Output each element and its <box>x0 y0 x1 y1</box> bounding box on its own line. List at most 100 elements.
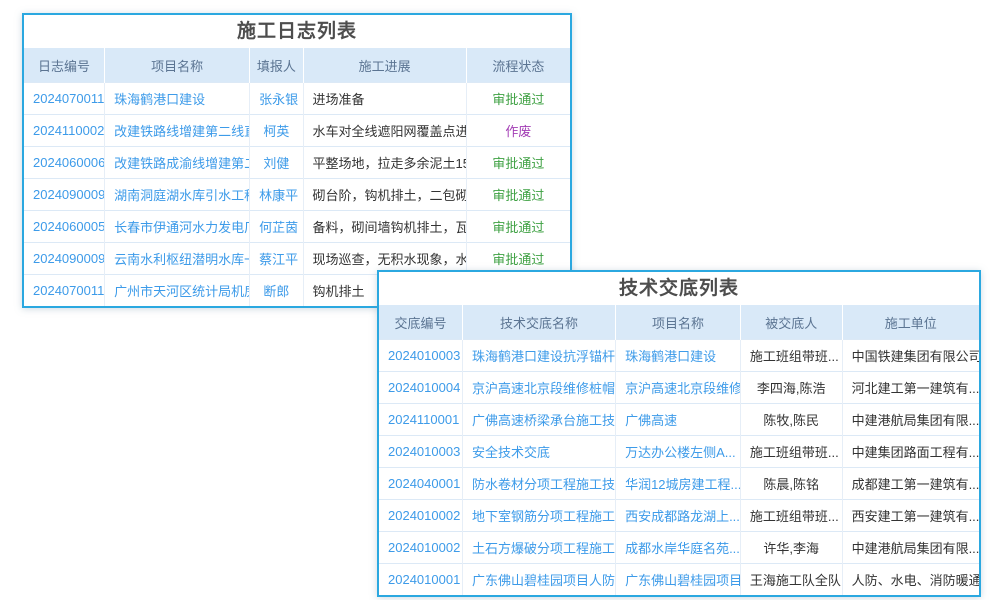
col-header-disclosure-id: 交底编号 <box>379 305 463 340</box>
reporter-link[interactable]: 张永银 <box>259 92 298 107</box>
reporter-cell: 刘健 <box>250 147 303 179</box>
construction-unit-cell: 成都建工第一建筑有... <box>842 468 979 500</box>
disclosure-id-cell: 2024010004 <box>379 372 463 404</box>
status-cell: 审批通过 <box>466 211 570 243</box>
receiver-cell: 施工班组带班... <box>740 340 842 372</box>
disclosure-id-link[interactable]: 2024010002 <box>388 508 460 523</box>
log-id-link[interactable]: 2024090009 <box>33 187 105 202</box>
col-header-receiver: 被交底人 <box>740 305 842 340</box>
table-row: 2024010001 广东佛山碧桂园项目人防... 广东佛山碧桂园项目 王海施工… <box>379 564 979 596</box>
project-name-cell: 广东佛山碧桂园项目 <box>616 564 741 596</box>
project-name-cell: 广佛高速 <box>616 404 741 436</box>
col-header-project-name: 项目名称 <box>616 305 741 340</box>
disclosure-id-cell: 2024040001 <box>379 468 463 500</box>
log-id-link[interactable]: 2024090009 <box>33 251 105 266</box>
disclosure-name-cell: 珠海鹤港口建设抗浮锚杆... <box>463 340 616 372</box>
disclosure-name-link[interactable]: 京沪高速北京段维修桩帽... <box>472 381 616 396</box>
disclosure-id-link[interactable]: 2024010004 <box>388 380 460 395</box>
disclosure-name-link[interactable]: 广佛高速桥梁承台施工技... <box>472 413 616 428</box>
disclosure-id-link[interactable]: 2024010003 <box>388 444 460 459</box>
disclosure-id-link[interactable]: 2024040001 <box>388 476 460 491</box>
disclosure-name-link[interactable]: 广东佛山碧桂园项目人防... <box>472 573 616 588</box>
project-name-cell: 改建铁路线增建第二线直... <box>105 115 250 147</box>
project-name-link[interactable]: 改建铁路成渝线增建第二... <box>114 156 250 171</box>
progress-text: 钩机排土 <box>313 284 365 299</box>
construction-unit-text: 人防、水电、消防暖通 <box>852 573 979 588</box>
log-id-link[interactable]: 2024070011 <box>33 91 104 106</box>
reporter-link[interactable]: 柯英 <box>263 124 289 139</box>
disclosure-name-link[interactable]: 安全技术交底 <box>472 445 550 460</box>
receiver-text: 施工班组带班... <box>750 349 839 364</box>
col-header-progress: 施工进展 <box>303 48 466 83</box>
col-header-construction-unit: 施工单位 <box>842 305 979 340</box>
progress-text: 砌台阶，钩机排土，二包砌... <box>313 188 467 203</box>
col-header-reporter: 填报人 <box>250 48 303 83</box>
reporter-cell: 柯英 <box>250 115 303 147</box>
progress-text: 进场准备 <box>313 92 365 107</box>
project-name-link[interactable]: 成都水岸华庭名苑... <box>625 541 740 556</box>
project-name-link[interactable]: 长春市伊通河水力发电厂... <box>114 220 250 235</box>
table-row: 2024040001 防水卷材分项工程施工技... 华润12城房建工程... 陈… <box>379 468 979 500</box>
disclosure-name-link[interactable]: 土石方爆破分项工程施工... <box>472 541 616 556</box>
reporter-cell: 林康平 <box>250 179 303 211</box>
progress-text: 水车对全线遮阳网覆盖点进... <box>313 124 467 139</box>
progress-cell: 平整场地，拉走多余泥土15... <box>303 147 466 179</box>
construction-log-title: 施工日志列表 <box>24 15 570 48</box>
receiver-text: 许华,李海 <box>763 541 819 556</box>
disclosure-id-cell: 2024110001 <box>379 404 463 436</box>
project-name-link[interactable]: 西安成都路龙湖上... <box>625 509 740 524</box>
project-name-link[interactable]: 华润12城房建工程... <box>625 477 740 492</box>
project-name-link[interactable]: 广东佛山碧桂园项目 <box>625 573 740 588</box>
status-badge: 审批通过 <box>492 92 544 107</box>
log-id-cell: 2024070011 <box>24 275 105 307</box>
disclosure-name-cell: 土石方爆破分项工程施工... <box>463 532 616 564</box>
project-name-link[interactable]: 广佛高速 <box>625 413 677 428</box>
receiver-text: 施工班组带班... <box>750 445 839 460</box>
disclosure-name-link[interactable]: 防水卷材分项工程施工技... <box>472 477 616 492</box>
status-badge: 审批通过 <box>492 188 544 203</box>
disclosure-name-link[interactable]: 珠海鹤港口建设抗浮锚杆... <box>472 349 616 364</box>
project-name-cell: 长春市伊通河水力发电厂... <box>105 211 250 243</box>
disclosure-name-link[interactable]: 地下室钢筋分项工程施工... <box>472 509 616 524</box>
disclosure-id-link[interactable]: 2024110001 <box>388 412 459 427</box>
log-id-cell: 2024090009 <box>24 179 105 211</box>
reporter-link[interactable]: 林康平 <box>259 188 298 203</box>
disclosure-name-cell: 安全技术交底 <box>463 436 616 468</box>
project-name-cell: 广州市天河区统计局机房... <box>105 275 250 307</box>
disclosure-name-cell: 地下室钢筋分项工程施工... <box>463 500 616 532</box>
tech-disclosure-title: 技术交底列表 <box>379 272 979 305</box>
receiver-text: 施工班组带班... <box>750 509 839 524</box>
log-id-link[interactable]: 2024060006 <box>33 155 105 170</box>
project-name-link[interactable]: 万达办公楼左侧A... <box>625 445 736 460</box>
reporter-cell: 断郎 <box>250 275 303 307</box>
disclosure-id-cell: 2024010002 <box>379 532 463 564</box>
disclosure-id-link[interactable]: 2024010003 <box>388 348 460 363</box>
disclosure-id-cell: 2024010002 <box>379 500 463 532</box>
tech-disclosure-header: 交底编号 技术交底名称 项目名称 被交底人 施工单位 <box>379 305 979 340</box>
receiver-text: 李四海,陈浩 <box>757 381 826 396</box>
log-id-link[interactable]: 2024070011 <box>33 283 104 298</box>
project-name-link[interactable]: 云南水利枢纽潜明水库一... <box>114 252 250 267</box>
reporter-link[interactable]: 刘健 <box>263 156 289 171</box>
reporter-link[interactable]: 断郎 <box>263 284 289 299</box>
project-name-link[interactable]: 广州市天河区统计局机房... <box>114 284 250 299</box>
construction-unit-text: 中建港航局集团有限... <box>852 413 979 428</box>
status-badge: 审批通过 <box>492 252 544 267</box>
project-name-cell: 改建铁路成渝线增建第二... <box>105 147 250 179</box>
log-id-link[interactable]: 2024110002 <box>33 123 104 138</box>
reporter-link[interactable]: 蔡江平 <box>259 252 298 267</box>
project-name-cell: 珠海鹤港口建设 <box>616 340 741 372</box>
log-id-link[interactable]: 2024060005 <box>33 219 105 234</box>
construction-unit-cell: 河北建工第一建筑有... <box>842 372 979 404</box>
disclosure-id-link[interactable]: 2024010002 <box>388 540 460 555</box>
project-name-link[interactable]: 珠海鹤港口建设 <box>114 92 205 107</box>
project-name-link[interactable]: 珠海鹤港口建设 <box>625 349 716 364</box>
reporter-cell: 张永银 <box>250 83 303 115</box>
disclosure-id-link[interactable]: 2024010001 <box>388 572 460 587</box>
project-name-link[interactable]: 京沪高速北京段维修 <box>625 381 740 396</box>
project-name-link[interactable]: 湖南洞庭湖水库引水工程... <box>114 188 250 203</box>
project-name-link[interactable]: 改建铁路线增建第二线直... <box>114 124 250 139</box>
disclosure-name-cell: 广东佛山碧桂园项目人防... <box>463 564 616 596</box>
construction-log-header: 日志编号 项目名称 填报人 施工进展 流程状态 <box>24 48 570 83</box>
reporter-link[interactable]: 何芷茵 <box>259 220 298 235</box>
